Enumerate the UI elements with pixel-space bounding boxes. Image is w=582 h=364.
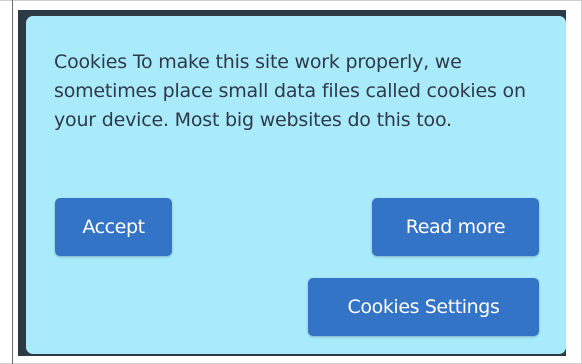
left-divider — [12, 0, 13, 364]
cookies-settings-button[interactable]: Cookies Settings — [308, 278, 539, 336]
cookie-banner: Cookies To make this site work properly,… — [26, 16, 566, 354]
accept-button[interactable]: Accept — [55, 198, 172, 256]
cookie-message: Cookies To make this site work properly,… — [54, 51, 526, 131]
read-more-button[interactable]: Read more — [372, 198, 539, 256]
